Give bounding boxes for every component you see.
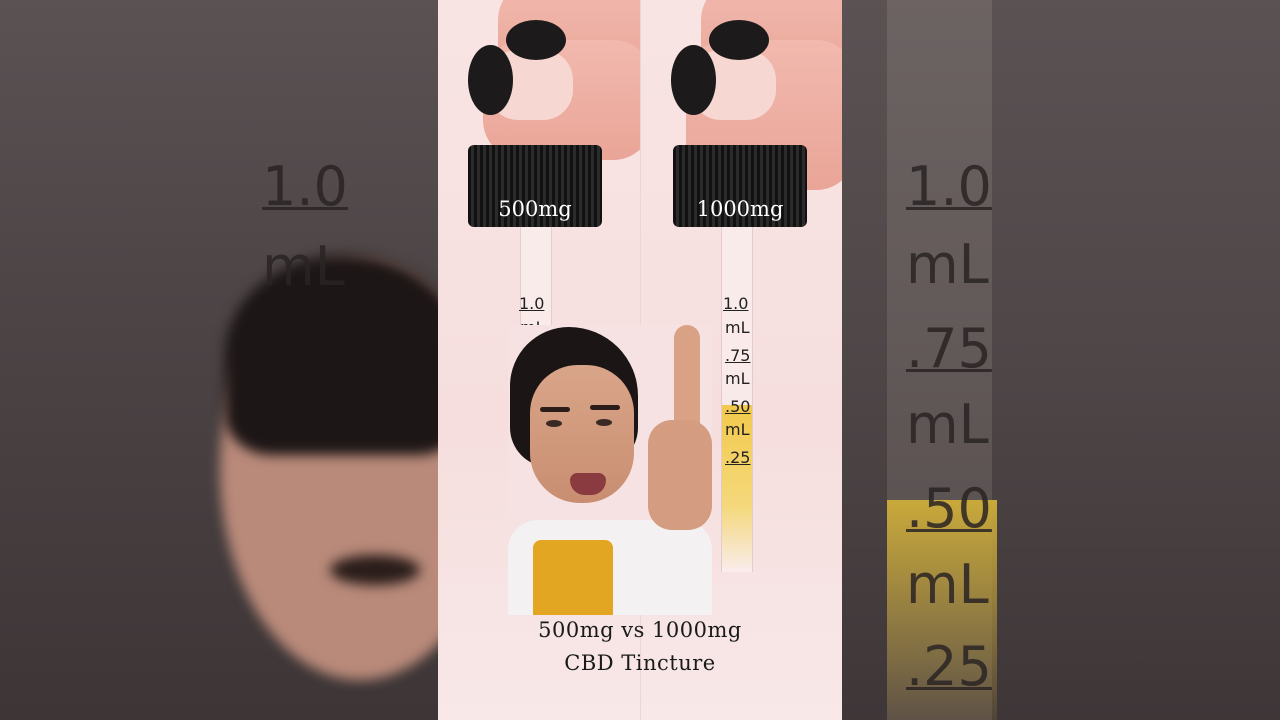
eyebrow [590,405,620,410]
background-mark: mL [906,393,989,456]
background-mark: 1.0 [262,155,348,218]
dropper-bulb [671,45,716,115]
mouth [570,473,606,495]
volume-mark: .25 [725,448,751,467]
strength-label: 1000mg [696,197,784,221]
caption-line-2: CBD Tincture [564,651,716,675]
presenter-video [508,325,712,615]
background-mark: mL [906,553,989,616]
dropper-cap: 1000mg [673,145,807,227]
background-right-blur: 1.0 mL .75 mL .50 mL .25 [842,0,1280,720]
strength-label: 500mg [498,197,572,221]
volume-mark: 1.0 [723,294,749,313]
volume-mark: mL [725,318,750,337]
dropper-bulb [506,20,566,60]
eye [596,419,612,426]
dropper-cap: 500mg [468,145,602,227]
background-mark: mL [906,233,989,296]
background-mark: 1.0 [906,155,992,218]
yellow-shirt [533,540,613,615]
volume-mark: mL [725,420,750,439]
eyebrow [540,407,570,412]
dropper-bulb [468,45,513,115]
background-mark: .25 [906,635,992,698]
background-mark: .50 [906,477,992,540]
dropper-bulb [709,20,769,60]
raised-hand [648,325,712,535]
blurred-eye [330,555,420,585]
volume-mark: .50 [725,397,751,416]
volume-mark: .75 [725,346,751,365]
volume-mark: 1.0 [519,294,545,313]
volume-mark: mL [725,369,750,388]
caption-line-1: 500mg vs 1000mg [538,618,742,642]
background-mark: .75 [906,317,992,380]
eye [546,420,562,427]
background-left-blur: 1.0 mL [0,0,438,720]
hand-palm [648,420,712,530]
background-mark: mL [262,235,345,298]
index-finger [674,325,700,435]
